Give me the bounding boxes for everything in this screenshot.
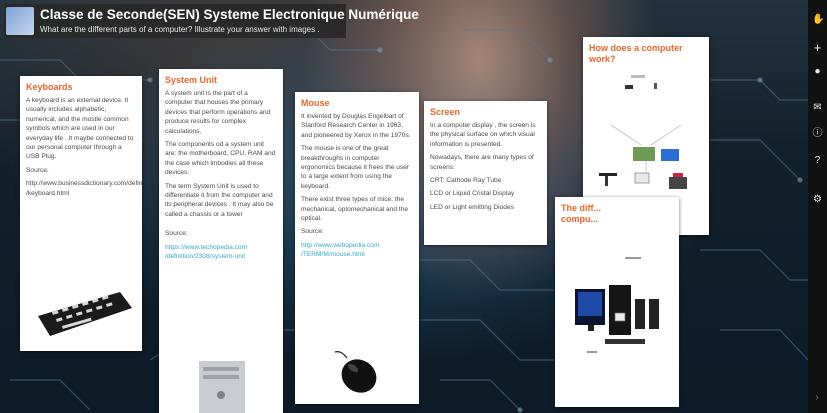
screen-type-item: LED or Light emitting Diodes <box>430 203 514 211</box>
post-body: The mouse is one of the great breakthrou… <box>301 145 410 190</box>
source-label: Source: <box>165 230 188 238</box>
post-body: It invented by Douglas Engelbart of Stan… <box>301 113 411 139</box>
board-title: Classe de Seconde(SEN) Systeme Electroni… <box>40 7 419 22</box>
help-icon[interactable]: ? <box>812 155 823 166</box>
source-link[interactable]: http://www.webopedia.com /TERM/M/mouse.h… <box>301 241 413 260</box>
screen-type-item: CRT: Cathode Ray Tube <box>430 177 502 185</box>
board-header: Classe de Seconde(SEN) Systeme Electroni… <box>4 4 419 38</box>
post-title: System Unit <box>165 75 218 85</box>
post-body: The term System Unit is used to differen… <box>165 182 274 218</box>
post-mouse[interactable]: Mouse It invented by Douglas Engelbart o… <box>295 92 419 404</box>
post-screen[interactable]: Screen In a computer display , the scree… <box>424 101 547 245</box>
post-title: Screen <box>430 107 461 117</box>
post-body: A keyboard is an external device. It usu… <box>26 97 134 161</box>
system-unit-image <box>193 359 253 413</box>
post-body: Nowadays, there are many types of screen… <box>430 154 534 171</box>
post-body: The components od a system unit are: the… <box>165 141 276 177</box>
plus-icon[interactable]: + <box>812 41 823 54</box>
hand-icon[interactable]: ✋ <box>812 14 824 25</box>
keyboard-image <box>34 286 134 342</box>
post-system-unit[interactable]: System Unit A system unit is the part of… <box>159 69 283 413</box>
board-subtitle: What are the different parts of a comput… <box>40 25 320 34</box>
post-differences[interactable]: The diff... compu... <box>555 197 679 407</box>
post-body: In a computer display , the screen is th… <box>430 122 536 148</box>
source-label: Source: <box>301 228 324 236</box>
post-title: Keyboards <box>26 82 73 92</box>
post-title: Mouse <box>301 98 330 108</box>
right-toolbar: ✋ + ● ✉ ⓘ ? ⚙ › <box>808 0 827 413</box>
post-title: The diff... compu... <box>561 203 601 224</box>
post-body: A system unit is the part of a computer … <box>165 90 271 135</box>
post-keyboards[interactable]: Keyboards A keyboard is an external devi… <box>20 76 142 351</box>
user-icon[interactable]: ● <box>812 66 823 77</box>
post-title: How does a computer work? <box>589 43 683 64</box>
computer-setup-image <box>569 253 669 403</box>
email-icon[interactable]: ✉ <box>812 102 823 113</box>
screen-type-item: LCD or Liquid Cristal Display <box>430 190 515 198</box>
mouse-image <box>333 348 385 398</box>
source-link[interactable]: https://www.techopedia.com /definition/2… <box>165 243 277 262</box>
source-label: Source: <box>26 166 49 174</box>
board-logo <box>6 7 34 35</box>
source-link[interactable]: http://www.businessdictionary.com/defini… <box>26 179 142 198</box>
chevron-right-icon[interactable]: › <box>811 392 823 404</box>
post-body: There exist three types of mice: the mec… <box>301 196 409 223</box>
info-icon[interactable]: ⓘ <box>812 128 823 139</box>
settings-icon[interactable]: ⚙ <box>812 194 823 205</box>
